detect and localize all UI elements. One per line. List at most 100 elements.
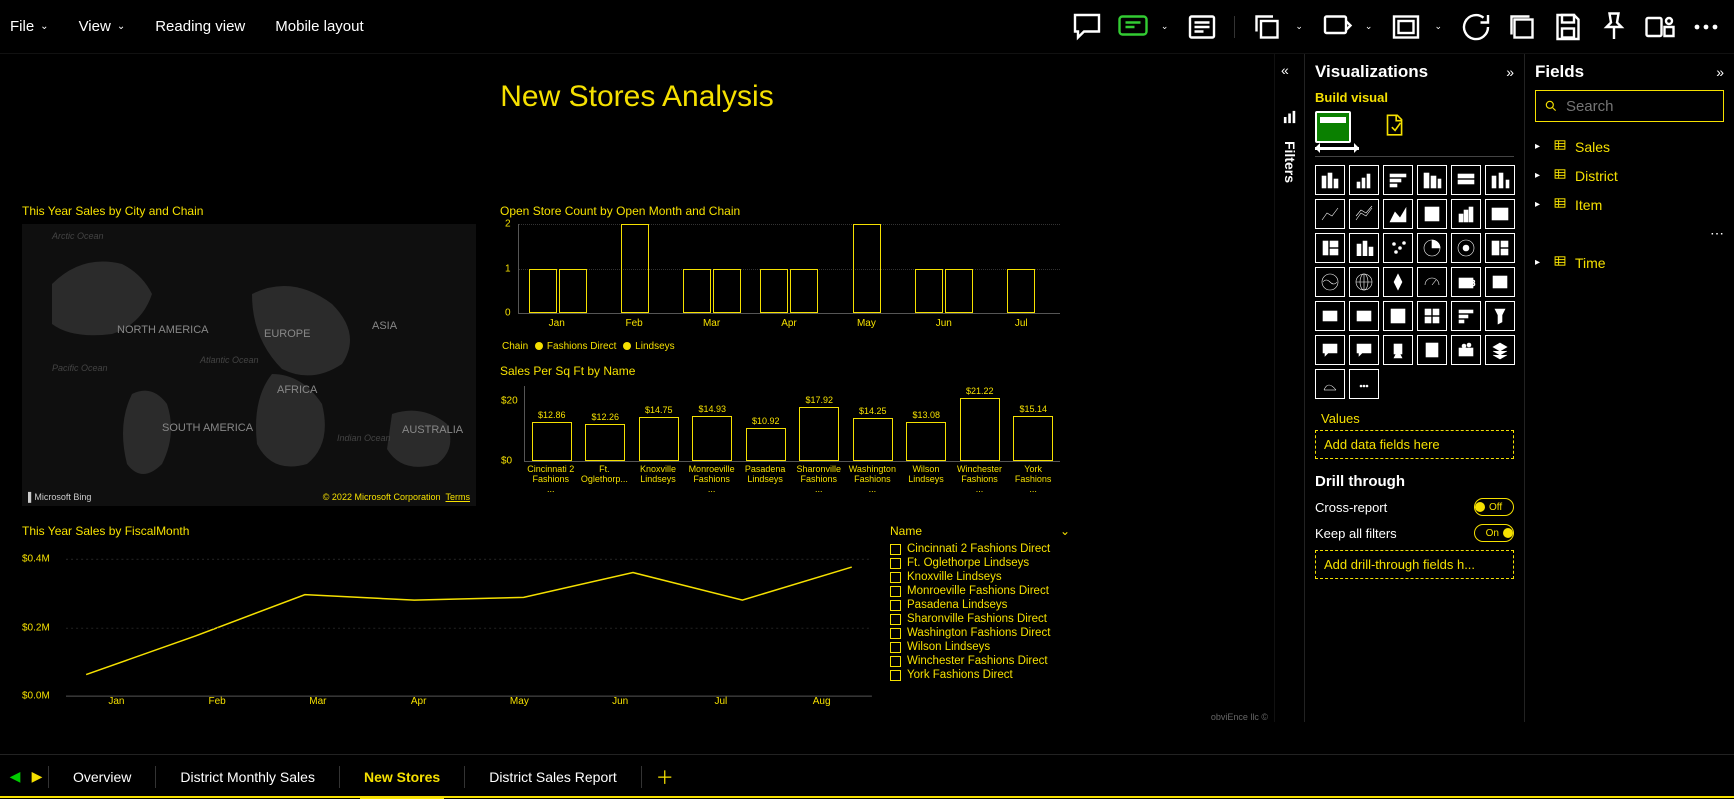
viz-type-13[interactable] [1349,233,1379,263]
legend-item[interactable]: Monroeville Fashions Direct [890,584,1070,598]
viz-type-22[interactable]: 123 [1451,267,1481,297]
page-tab-district-monthly-sales[interactable]: District Monthly Sales [156,755,339,799]
duplicate-icon[interactable] [1504,11,1540,43]
viz-type-5[interactable] [1485,165,1515,195]
chat-icon[interactable] [1115,11,1151,43]
legend-item[interactable]: Wilson Lindseys [890,640,1070,654]
legend-item[interactable]: Winchester Fashions Direct [890,654,1070,668]
collapse-viz-icon[interactable]: » [1506,64,1514,80]
drill-through-dropzone[interactable]: Add drill-through fields h... [1315,550,1514,579]
viz-type-4[interactable] [1451,165,1481,195]
viz-type-30[interactable] [1315,335,1345,365]
page-tab-overview[interactable]: Overview [49,755,155,799]
field-more[interactable]: ⋯ [1535,219,1724,248]
build-visual-tab[interactable] [1315,111,1351,143]
viz-type-19[interactable] [1349,267,1379,297]
bookmark-dropdown[interactable]: ⌄ [1365,21,1373,32]
copy-dropdown[interactable]: ⌄ [1295,21,1303,32]
menu-reading-view[interactable]: Reading view [155,18,245,35]
legend-item[interactable]: York Fashions Direct [890,668,1070,682]
legend-item[interactable]: Sharonville Fashions Direct [890,612,1070,626]
viz-type-20[interactable] [1383,267,1413,297]
viz-type-8[interactable] [1383,199,1413,229]
format-visual-tab[interactable] [1381,112,1407,143]
field-Sales[interactable]: ▸Sales [1535,132,1724,161]
viz-type-9[interactable] [1417,199,1447,229]
viz-type-32[interactable] [1383,335,1413,365]
viz-type-24[interactable] [1315,301,1345,331]
add-page-button[interactable]: ＋ [642,764,688,790]
viz-type-27[interactable] [1417,301,1447,331]
viz-type-15[interactable] [1417,233,1447,263]
comment-icon[interactable] [1069,11,1105,43]
page-tab-new-stores[interactable]: New Stores [340,755,464,799]
viz-type-33[interactable] [1417,335,1447,365]
viz-type-17[interactable] [1485,233,1515,263]
viz-type-18[interactable] [1315,267,1345,297]
viz-type-37[interactable] [1349,369,1379,399]
pin-icon[interactable] [1596,11,1632,43]
search-input[interactable] [1566,98,1715,115]
collapse-fields-icon[interactable]: » [1716,64,1724,80]
legend-item[interactable]: Ft. Oglethorpe Lindseys [890,556,1070,570]
legend-item[interactable]: Knoxville Lindseys [890,570,1070,584]
viz-type-25[interactable] [1349,301,1379,331]
fields-search[interactable] [1535,90,1724,122]
legend-item[interactable]: Washington Fashions Direct [890,626,1070,640]
viz-type-1[interactable] [1349,165,1379,195]
legend-item[interactable]: Pasadena Lindseys [890,598,1070,612]
window-icon[interactable] [1388,11,1424,43]
prev-page-arrow[interactable]: ◀ [4,768,26,785]
keep-filters-toggle[interactable]: On [1474,524,1514,542]
viz-type-31[interactable] [1349,335,1379,365]
viz-type-34[interactable] [1451,335,1481,365]
copy-icon[interactable] [1249,11,1285,43]
viz-type-23[interactable] [1485,267,1515,297]
viz-type-6[interactable] [1315,199,1345,229]
viz-type-21[interactable] [1417,267,1447,297]
save-icon[interactable] [1550,11,1586,43]
expand-filters-icon[interactable]: « [1281,62,1289,78]
sales-sqft-chart[interactable]: Sales Per Sq Ft by Name $20 $0 $12.86$12… [500,364,1060,495]
chat-dropdown[interactable]: ⌄ [1161,21,1169,32]
viz-type-35[interactable] [1485,335,1515,365]
field-Item[interactable]: ▸Item [1535,190,1724,219]
field-District[interactable]: ▸District [1535,161,1724,190]
viz-type-26[interactable] [1383,301,1413,331]
viz-type-28[interactable] [1451,301,1481,331]
map-visual[interactable]: This Year Sales by City and Chain NORTH … [22,204,480,506]
values-dropzone[interactable]: Add data fields here [1315,430,1514,459]
menu-view[interactable]: View⌄ [79,18,126,35]
legend-item[interactable]: Cincinnati 2 Fashions Direct [890,542,1070,556]
teams-icon[interactable] [1642,11,1678,43]
bookmark-icon[interactable] [1319,11,1355,43]
page-tab-district-sales-report[interactable]: District Sales Report [465,755,641,799]
filters-pane-collapsed[interactable]: « Filters [1274,54,1304,722]
viz-type-16[interactable] [1451,233,1481,263]
refresh-icon[interactable] [1458,11,1494,43]
card-icon[interactable] [1184,11,1220,43]
viz-type-29[interactable] [1485,301,1515,331]
viz-type-36[interactable] [1315,369,1345,399]
viz-type-2[interactable] [1383,165,1413,195]
viz-type-7[interactable] [1349,199,1379,229]
window-dropdown[interactable]: ⌄ [1434,21,1442,32]
viz-type-14[interactable] [1383,233,1413,263]
field-Time[interactable]: ▸Time [1535,248,1724,277]
cross-report-toggle[interactable]: Off [1474,498,1514,516]
next-page-arrow[interactable]: ▶ [26,768,48,785]
name-legend[interactable]: Name⌄ Cincinnati 2 Fashions DirectFt. Og… [890,524,1070,682]
open-store-chart[interactable]: Open Store Count by Open Month and Chain… [500,204,1060,352]
menu-mobile-layout[interactable]: Mobile layout [275,18,363,35]
map-canvas[interactable]: NORTH AMERICA SOUTH AMERICA EUROPE AFRIC… [22,224,476,506]
viz-type-12[interactable] [1315,233,1345,263]
bc1-title: Open Store Count by Open Month and Chain [500,204,1060,218]
more-icon[interactable] [1688,11,1724,43]
viz-type-0[interactable] [1315,165,1345,195]
chevron-down-icon[interactable]: ⌄ [1060,524,1070,538]
sales-month-chart[interactable]: This Year Sales by FiscalMonth $0.4M $0.… [22,524,872,707]
viz-type-10[interactable] [1451,199,1481,229]
viz-type-11[interactable] [1485,199,1515,229]
viz-type-3[interactable] [1417,165,1447,195]
menu-file[interactable]: File⌄ [10,18,49,35]
